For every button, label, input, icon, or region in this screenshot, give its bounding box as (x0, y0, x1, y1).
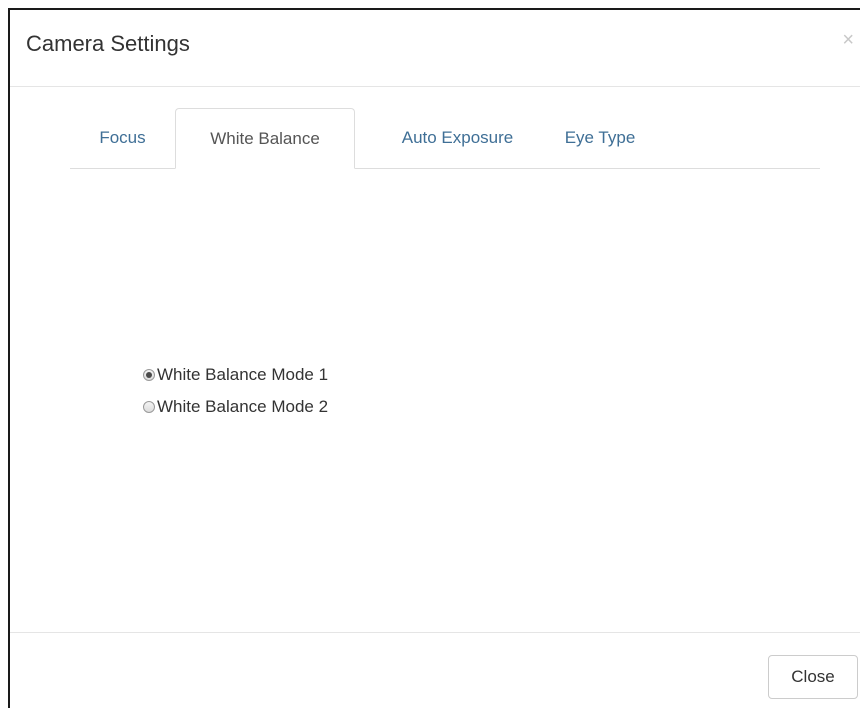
white-balance-mode-2-label: White Balance Mode 2 (157, 397, 329, 416)
close-icon[interactable]: × (842, 28, 854, 52)
tab-eye-type[interactable]: Eye Type (540, 108, 660, 168)
tab-auto-exposure[interactable]: Auto Exposure (375, 108, 540, 168)
close-button[interactable]: Close (768, 655, 858, 699)
dialog-footer: Close (10, 632, 860, 711)
radio-button-unchecked[interactable] (143, 401, 155, 413)
camera-settings-dialog: Camera Settings × Focus White Balance Au… (8, 8, 860, 708)
tab-white-balance[interactable]: White Balance (175, 108, 355, 169)
tab-focus[interactable]: Focus (70, 108, 175, 168)
dialog-title: Camera Settings (26, 31, 190, 56)
radio-button-checked[interactable] (143, 369, 155, 381)
settings-tabs: Focus White Balance Auto Exposure Eye Ty… (70, 108, 820, 169)
white-balance-mode-1-option[interactable]: White Balance Mode 1 (143, 364, 328, 386)
white-balance-mode-1-label: White Balance Mode 1 (157, 365, 329, 384)
dialog-header: Camera Settings × (10, 10, 860, 87)
white-balance-mode-2-option[interactable]: White Balance Mode 2 (143, 396, 328, 418)
